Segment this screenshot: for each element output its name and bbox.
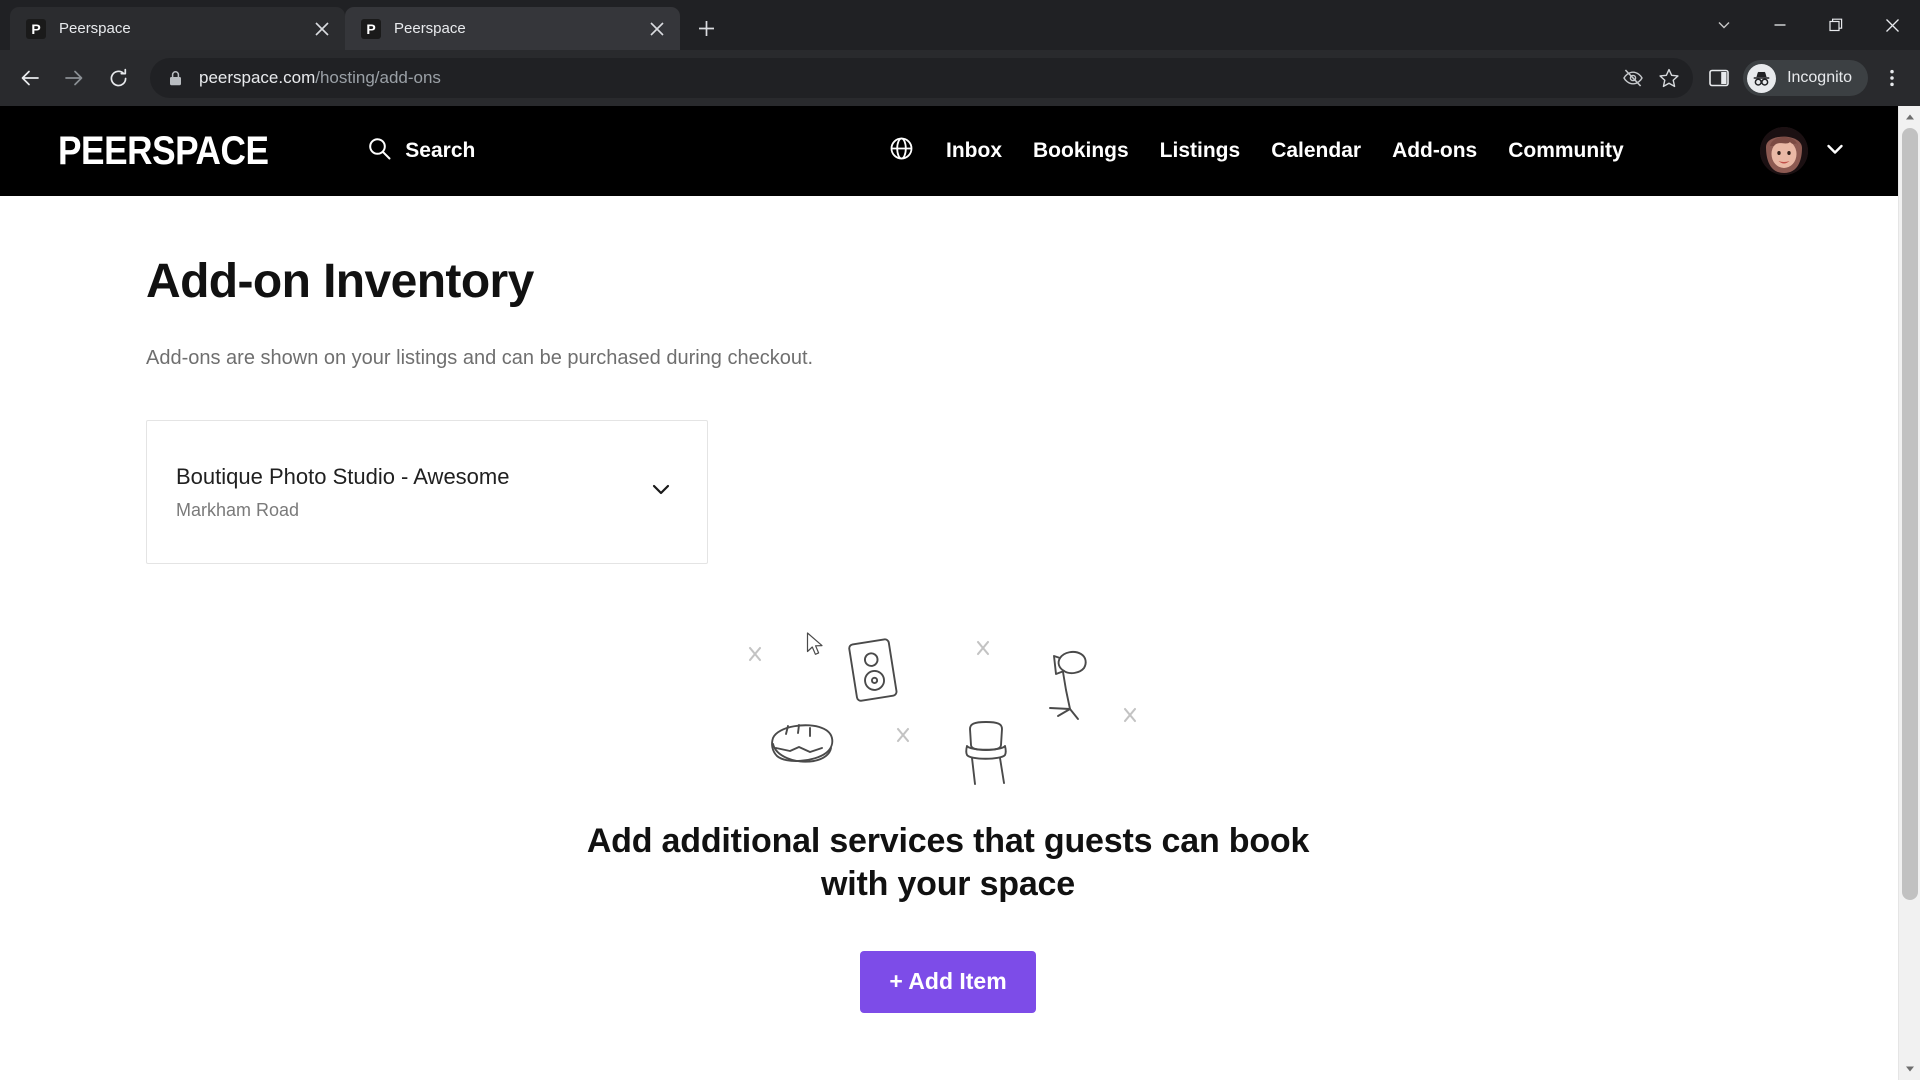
- incognito-profile-button[interactable]: Incognito: [1743, 60, 1868, 96]
- avatar[interactable]: [1760, 127, 1808, 175]
- address-bar[interactable]: peerspace.com/hosting/add-ons: [150, 58, 1694, 98]
- nav-item-calendar[interactable]: Calendar: [1271, 139, 1361, 163]
- url-domain: peerspace.com: [199, 68, 316, 87]
- tab-search-chevron-down-icon[interactable]: [1696, 0, 1752, 50]
- favicon-letter: P: [31, 20, 41, 37]
- primary-nav: Inbox Bookings Listings Calendar Add-ons…: [888, 106, 1624, 196]
- close-icon[interactable]: [644, 16, 670, 42]
- speaker-icon: [848, 638, 898, 702]
- page-scrollbar[interactable]: [1898, 106, 1920, 1080]
- back-arrow-icon[interactable]: [10, 58, 50, 98]
- forward-arrow-icon[interactable]: [54, 58, 94, 98]
- web-page: PEERSPACE Search Inbox Bookings Listings…: [0, 106, 1898, 1080]
- nav-item-inbox[interactable]: Inbox: [946, 139, 1002, 163]
- chevron-down-icon[interactable]: [649, 477, 673, 506]
- bookmark-star-icon[interactable]: [1651, 60, 1687, 96]
- favicon-letter: P: [366, 20, 376, 37]
- chevron-down-icon[interactable]: [1824, 138, 1846, 165]
- header-search-button[interactable]: Search: [367, 136, 475, 166]
- browser-tab[interactable]: P Peerspace: [345, 7, 680, 50]
- nav-item-add-ons[interactable]: Add-ons: [1392, 139, 1477, 163]
- incognito-label: Incognito: [1787, 69, 1852, 86]
- listing-name: Boutique Photo Studio - Awesome: [176, 464, 510, 490]
- page-viewport: PEERSPACE Search Inbox Bookings Listings…: [0, 106, 1920, 1080]
- tab-favicon-icon: P: [361, 18, 381, 39]
- main-content: Add-on Inventory Add-ons are shown on yo…: [0, 196, 1898, 1013]
- close-icon[interactable]: [309, 16, 335, 42]
- tab-favicon-icon: P: [26, 18, 46, 39]
- side-panel-icon[interactable]: [1701, 60, 1737, 96]
- empty-state-heading: Add additional services that guests can …: [586, 821, 1310, 904]
- chair-icon: [965, 720, 1007, 785]
- new-tab-button[interactable]: [688, 10, 724, 46]
- site-header: PEERSPACE Search Inbox Bookings Listings…: [0, 106, 1898, 196]
- tab-strip: P Peerspace P Peerspace: [0, 0, 1920, 50]
- page-title: Add-on Inventory: [146, 255, 534, 308]
- reload-icon[interactable]: [98, 58, 138, 98]
- peerspace-logo[interactable]: PEERSPACE: [58, 131, 269, 171]
- globe-icon[interactable]: [888, 135, 915, 167]
- plus-mark-group: [748, 640, 1137, 742]
- search-label: Search: [405, 139, 476, 162]
- lock-icon[interactable]: [168, 70, 183, 87]
- kebab-menu-icon[interactable]: [1874, 60, 1910, 96]
- listing-selector-text: Boutique Photo Studio - Awesome Markham …: [176, 462, 649, 521]
- tab-title: Peerspace: [394, 20, 466, 37]
- scrollbar-track[interactable]: [1899, 128, 1920, 1058]
- light-stand-icon: [1049, 650, 1087, 720]
- nav-item-listings[interactable]: Listings: [1160, 139, 1241, 163]
- tab-title: Peerspace: [59, 20, 131, 37]
- url-path: /hosting/add-ons: [315, 68, 441, 87]
- url-text: peerspace.com/hosting/add-ons: [199, 68, 1615, 88]
- page-subtitle: Add-ons are shown on your listings and c…: [146, 346, 814, 369]
- scrollbar-thumb[interactable]: [1901, 128, 1918, 900]
- window-close-icon[interactable]: [1864, 0, 1920, 50]
- maximize-restore-icon[interactable]: [1808, 0, 1864, 50]
- scroll-down-arrow-icon[interactable]: [1898, 1058, 1920, 1080]
- listing-selector[interactable]: Boutique Photo Studio - Awesome Markham …: [146, 419, 708, 564]
- empty-state: Add additional services that guests can …: [0, 616, 1896, 1013]
- empty-state-illustration: [748, 638, 1137, 785]
- third-party-cookie-blocked-icon[interactable]: [1615, 60, 1651, 96]
- browser-window: P Peerspace P Peerspace peerspace.com/ho…: [0, 0, 1920, 1080]
- search-icon: [367, 136, 392, 166]
- window-controls: [1696, 0, 1920, 50]
- minimize-icon[interactable]: [1752, 0, 1808, 50]
- add-item-button[interactable]: + Add Item: [860, 950, 1036, 1013]
- scroll-up-arrow-icon[interactable]: [1898, 106, 1920, 128]
- account-menu[interactable]: [1760, 106, 1846, 196]
- nav-item-bookings[interactable]: Bookings: [1033, 139, 1129, 163]
- incognito-icon: [1747, 63, 1777, 93]
- listing-location: Markham Road: [176, 500, 300, 521]
- browser-tab[interactable]: P Peerspace: [10, 7, 345, 50]
- sandwich-icon: [771, 723, 834, 763]
- browser-toolbar: peerspace.com/hosting/add-ons Incognito: [0, 50, 1920, 106]
- nav-item-community[interactable]: Community: [1508, 139, 1624, 163]
